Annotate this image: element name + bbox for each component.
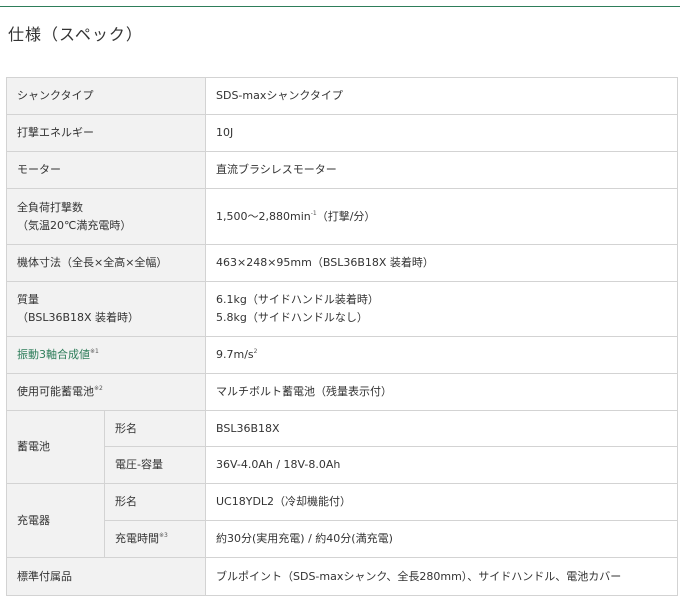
value-suffix: （打撃/分） <box>316 209 376 223</box>
spec-value: 463×248×95mm（BSL36B18X 装着時） <box>205 244 678 282</box>
spec-sublabel-text: 充電時間 <box>115 532 159 545</box>
spec-label: 標準付属品 <box>6 557 206 596</box>
spec-value: SDS-maxシャンクタイプ <box>205 77 678 115</box>
spec-row-shank: シャンクタイプ SDS-maxシャンクタイプ <box>6 77 678 115</box>
spec-value: 6.1kg（サイドハンドル装着時） 5.8kg（サイドハンドルなし） <box>205 281 678 337</box>
spec-label: 質量 （BSL36B18X 装着時） <box>6 281 206 337</box>
spec-row-accessories: 標準付属品 ブルポイント（SDS-maxシャンク、全長280mm）、サイドハンド… <box>6 557 678 596</box>
spec-row-motor: モーター 直流ブラシレスモーター <box>6 151 678 189</box>
spec-label-line2: （気温20℃満充電時） <box>17 218 132 232</box>
spec-row-charger-time: 充電時間※3 約30分(実用充電) / 約40分(満充電) <box>7 520 678 558</box>
spec-label: 全負荷打撃数 （気温20℃満充電時） <box>6 188 206 245</box>
spec-label: 機体寸法（全長×全高×全幅） <box>6 244 206 282</box>
spec-sublabel: 形名 <box>104 410 206 447</box>
spec-label: 振動3軸合成値※1 <box>6 336 206 374</box>
spec-sublabel: 充電時間※3 <box>104 520 206 558</box>
spec-row-charger-model: 充電器 形名 UC18YDL2（冷却機能付） <box>6 483 678 558</box>
spec-label-text: 使用可能蓄電池 <box>17 385 94 398</box>
spec-value: 直流ブラシレスモーター <box>205 151 678 189</box>
spec-row-battery-voltage: 電圧-容量 36V-4.0Ah / 18V-8.0Ah <box>7 446 678 484</box>
spec-label-line2: （BSL36B18X 装着時） <box>17 311 140 324</box>
footnote-marker: ※3 <box>159 532 168 539</box>
value-line1: 6.1kg（サイドハンドル装着時） <box>216 293 379 306</box>
spec-row-battery-model: 蓄電池 形名 BSL36B18X <box>6 410 678 484</box>
spec-label: 使用可能蓄電池※2 <box>6 373 206 411</box>
spec-group-label: 充電器 <box>6 483 105 558</box>
spec-value: UC18YDL2（冷却機能付） <box>205 483 678 521</box>
spec-group-label: 蓄電池 <box>6 410 105 484</box>
spec-row-blows: 全負荷打撃数 （気温20℃満充電時） 1,500〜2,880min-1（打撃/分… <box>6 188 678 245</box>
spec-value: 10J <box>205 114 678 152</box>
spec-sublabel: 形名 <box>104 483 206 521</box>
spec-label: 打撃エネルギー <box>6 114 206 152</box>
spec-value: 9.7m/s2 <box>205 336 678 374</box>
footnote-marker: ※2 <box>94 385 103 392</box>
top-divider <box>0 6 680 7</box>
value-line2: 5.8kg（サイドハンドルなし） <box>216 311 368 324</box>
spec-row-impact-energy: 打撃エネルギー 10J <box>6 114 678 152</box>
spec-table: シャンクタイプ SDS-maxシャンクタイプ 打撃エネルギー 10J モーター … <box>6 77 678 596</box>
footnote-marker: ※1 <box>90 348 99 355</box>
spec-sublabel: 電圧-容量 <box>104 446 206 484</box>
spec-row-vibration: 振動3軸合成値※1 9.7m/s2 <box>6 336 678 374</box>
spec-value: 約30分(実用充電) / 約40分(満充電) <box>205 520 678 558</box>
value-superscript: 2 <box>253 348 258 355</box>
page-title: 仕様（スペック） <box>8 25 143 44</box>
spec-row-dimensions: 機体寸法（全長×全高×全幅） 463×248×95mm（BSL36B18X 装着… <box>6 244 678 282</box>
spec-value: 36V-4.0Ah / 18V-8.0Ah <box>205 446 678 484</box>
spec-label-line1: 質量 <box>17 293 39 306</box>
spec-value: 1,500〜2,880min-1（打撃/分） <box>205 188 678 245</box>
value-main: 1,500〜2,880min <box>216 209 311 223</box>
spec-value: マルチボルト蓄電池（残量表示付） <box>205 373 678 411</box>
value-main: 9.7m/s <box>216 348 254 361</box>
vibration-link[interactable]: 振動3軸合成値 <box>17 348 90 361</box>
spec-value: ブルポイント（SDS-maxシャンク、全長280mm）、サイドハンドル、電池カバ… <box>205 557 678 596</box>
spec-label: モーター <box>6 151 206 189</box>
spec-label: シャンクタイプ <box>6 77 206 115</box>
spec-label-line1: 全負荷打撃数 <box>17 200 83 214</box>
spec-value: BSL36B18X <box>205 410 678 447</box>
spec-row-battery-compat: 使用可能蓄電池※2 マルチボルト蓄電池（残量表示付） <box>6 373 678 411</box>
spec-row-weight: 質量 （BSL36B18X 装着時） 6.1kg（サイドハンドル装着時） 5.8… <box>6 281 678 337</box>
